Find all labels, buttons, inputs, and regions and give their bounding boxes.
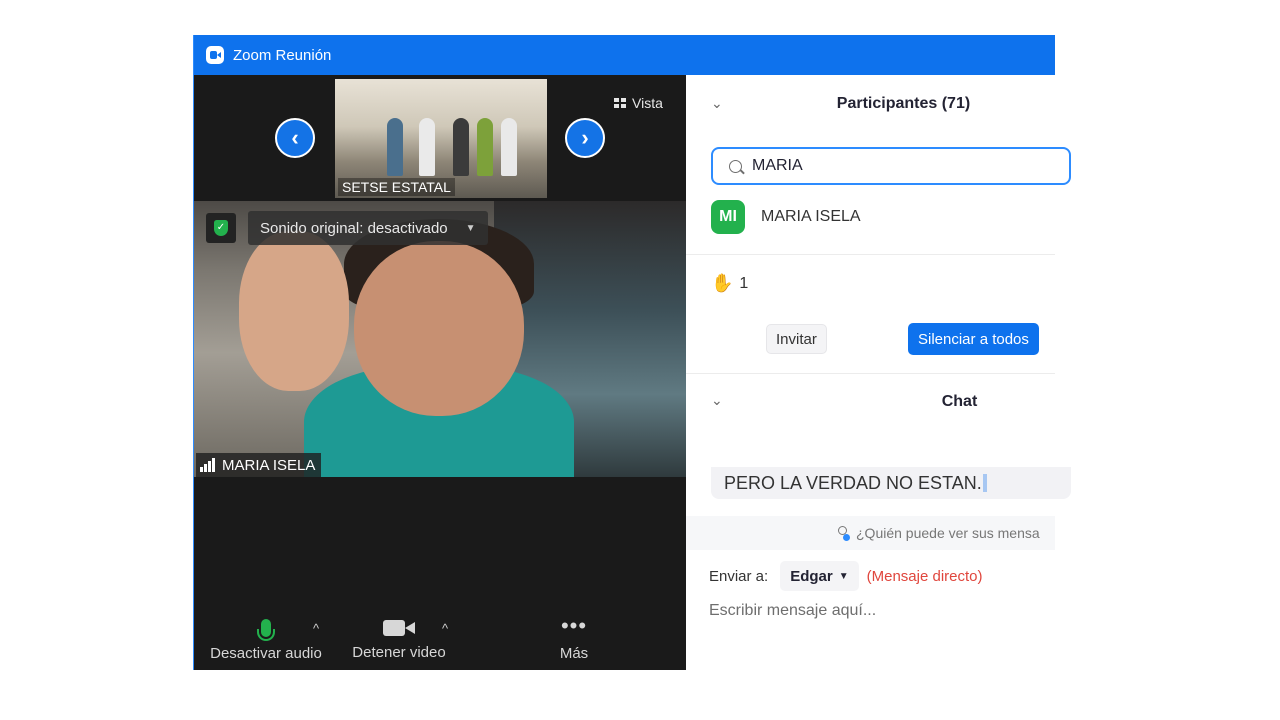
recipient-name: Edgar: [790, 567, 833, 585]
zoom-window: Zoom Reunión ‹ SETSE ESTATAL › Vista ✓ S…: [193, 35, 1071, 670]
caret-down-icon: ▼: [465, 222, 476, 234]
participant-search-input[interactable]: [750, 156, 1034, 176]
video-options-caret-icon[interactable]: ^: [442, 621, 448, 636]
view-button[interactable]: Vista: [614, 95, 663, 111]
signal-strength-icon: [200, 458, 216, 472]
participants-header: ⌄ Participantes (71): [686, 75, 1055, 135]
send-to-label: Enviar a:: [709, 567, 769, 585]
more-button[interactable]: ••• Más: [549, 613, 599, 663]
chevron-left-icon: ‹: [291, 125, 299, 150]
mute-audio-label: Desactivar audio: [210, 645, 322, 662]
raised-hand-icon: ✋: [711, 273, 734, 293]
direct-message-label: (Mensaje directo): [866, 567, 983, 585]
title-bar: Zoom Reunión: [194, 35, 1055, 75]
send-to-row: Enviar a: Edgar ▼ (Mensaje directo): [709, 561, 983, 591]
gallery-grid-icon: [614, 98, 626, 108]
who-can-see-messages-link[interactable]: ¿Quién puede ver sus mensa: [686, 516, 1055, 550]
participant-search-box[interactable]: [711, 147, 1071, 185]
divider: [686, 373, 1055, 374]
chevron-right-icon: ›: [581, 125, 589, 150]
more-label: Más: [559, 645, 589, 662]
main-video: ✓ Sonido original: desactivado ▼ MARIA I…: [194, 201, 686, 477]
stop-video-label: Detener video: [352, 644, 446, 661]
chevron-down-icon: ▼: [838, 570, 849, 582]
thumbnail-name-label: SETSE ESTATAL: [338, 178, 455, 196]
mute-all-button[interactable]: Silenciar a todos: [908, 323, 1039, 355]
zoom-logo-icon: [206, 46, 224, 64]
original-sound-toggle[interactable]: Sonido original: desactivado ▼: [248, 211, 488, 245]
chat-compose-input[interactable]: Escribir mensaje aquí...: [709, 602, 876, 620]
thumbnail-person: [419, 118, 435, 176]
thumbnail-strip: ‹ SETSE ESTATAL › Vista: [194, 75, 686, 201]
raised-hands-count: ✋ 1: [711, 273, 748, 294]
security-shield-icon[interactable]: ✓: [206, 213, 236, 243]
mute-audio-button[interactable]: Desactivar audio: [208, 619, 324, 662]
more-dots-icon: •••: [560, 613, 588, 638]
speaker-name-label: MARIA ISELA: [196, 453, 322, 477]
chat-message: PERO LA VERDAD NO ESTAN.: [711, 467, 1071, 499]
search-icon: [729, 159, 742, 173]
speaker-name: MARIA ISELA: [222, 456, 316, 474]
video-camera-icon: [383, 620, 415, 636]
next-page-button[interactable]: ›: [565, 118, 605, 158]
side-panel: ⌄ Participantes (71) MI MARIA ISELA ✋ 1 …: [686, 75, 1071, 670]
thumbnail-person: [477, 118, 493, 176]
chat-message-text: PERO LA VERDAD NO ESTAN.: [724, 472, 982, 493]
stop-video-button[interactable]: Detener video: [349, 620, 449, 661]
text-cursor: [982, 474, 987, 492]
participant-row[interactable]: MI MARIA ISELA: [711, 200, 861, 234]
thumbnail-person: [501, 118, 517, 176]
who-can-see-label: ¿Quién puede ver sus mensa: [856, 525, 1040, 541]
window-title: Zoom Reunión: [233, 46, 332, 64]
divider: [686, 254, 1055, 255]
meeting-toolbar: Desactivar audio ^ Detener video ^ ••• M…: [194, 607, 686, 670]
participants-title: Participantes (71): [836, 95, 971, 112]
previous-page-button[interactable]: ‹: [275, 118, 315, 158]
original-sound-label: Sonido original: desactivado: [260, 219, 448, 237]
thumbnail-person: [453, 118, 469, 176]
microphone-icon: [257, 619, 275, 641]
video-person-hand: [239, 231, 349, 391]
chat-title: Chat: [941, 393, 978, 410]
audio-options-caret-icon[interactable]: ^: [313, 621, 319, 636]
video-area: ‹ SETSE ESTATAL › Vista ✓ Sonido origina…: [194, 75, 686, 670]
recipient-dropdown[interactable]: Edgar ▼: [780, 561, 859, 591]
video-person-face: [354, 241, 524, 416]
invite-button[interactable]: Invitar: [766, 324, 827, 354]
raised-hands-number: 1: [739, 274, 749, 292]
thumbnail-person: [387, 118, 403, 176]
view-label: Vista: [632, 95, 663, 111]
participant-name: MARIA ISELA: [761, 208, 861, 225]
participant-avatar: MI: [711, 200, 745, 234]
thumbnail-video[interactable]: SETSE ESTATAL: [335, 79, 547, 198]
person-visibility-icon: [836, 526, 850, 541]
